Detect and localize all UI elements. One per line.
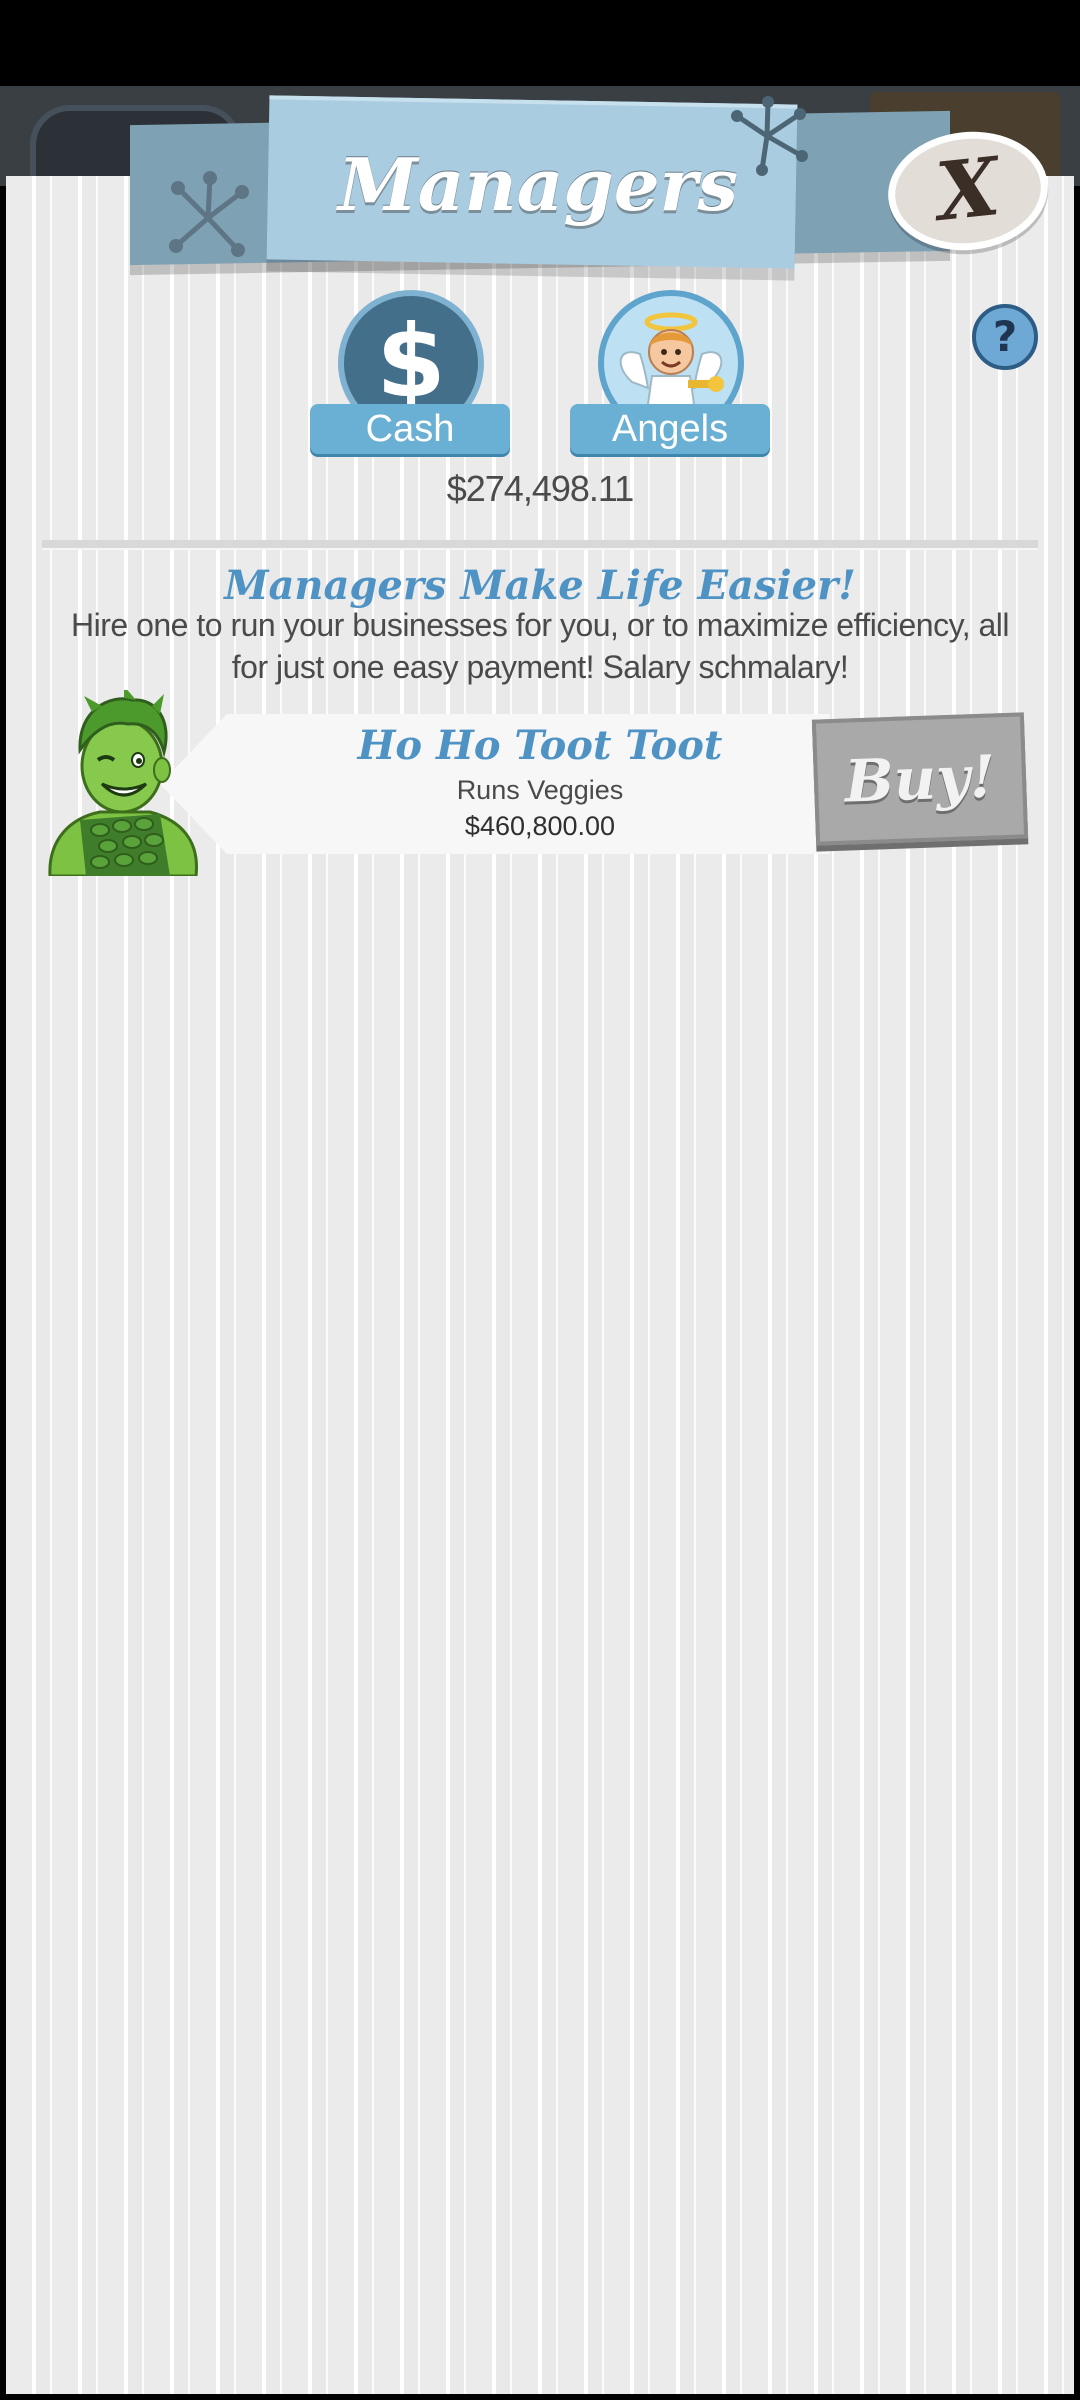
tab-angels-label: Angels: [570, 404, 770, 454]
tab-angels[interactable]: Angels: [570, 290, 770, 460]
tab-cash[interactable]: $ Cash: [310, 290, 510, 460]
starburst-icon: [731, 96, 808, 176]
manager-business: Runs Veggies: [456, 775, 624, 805]
screen: Managers X ? $ Cash Angels $274,498.11 M…: [0, 0, 1080, 2400]
starburst-icon: [169, 171, 249, 257]
intro-description: Hire one to run your businesses for you,…: [71, 607, 1009, 685]
manager-name: Ho Ho Toot Toot: [357, 722, 723, 769]
close-icon: X: [932, 139, 1004, 239]
manager-cost: $460,800.00: [464, 811, 616, 841]
green-giant-portrait: [40, 690, 210, 876]
question-icon: ?: [992, 312, 1018, 361]
cash-balance: $274,498.11: [446, 468, 635, 509]
buy-manager-button[interactable]: Buy!: [811, 712, 1029, 846]
buy-button-label: Buy!: [843, 742, 997, 816]
divider: [42, 540, 1038, 550]
tab-cash-label: Cash: [310, 404, 510, 454]
help-button[interactable]: ?: [972, 304, 1038, 370]
